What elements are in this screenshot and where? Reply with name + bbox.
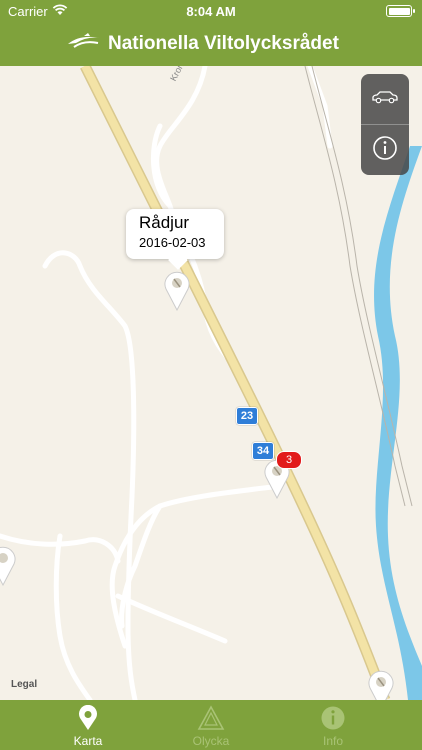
map-base [0, 66, 422, 700]
tab-karta[interactable]: Karta [18, 700, 158, 750]
tab-label: Olycka [192, 734, 230, 748]
legal-link[interactable]: Legal [11, 679, 37, 690]
clock: 8:04 AM [186, 4, 236, 19]
map-control-panel [361, 74, 409, 175]
accident-pin[interactable] [164, 271, 190, 316]
callout-title: Rådjur [139, 213, 190, 232]
callout-date: 2016-02-03 [139, 235, 206, 250]
info-icon [320, 705, 346, 736]
status-bar: Carrier 8:04 AM [0, 0, 422, 22]
route-shield: 34 [252, 442, 274, 460]
tab-label: Info [322, 734, 343, 748]
accident-pin[interactable] [0, 546, 16, 591]
tab-label: Karta [73, 734, 103, 748]
logo-icon [66, 30, 102, 57]
accident-pin[interactable] [368, 670, 394, 700]
route-shield: 23 [236, 407, 258, 425]
tab-olycka[interactable]: Olycka [141, 700, 281, 750]
map-view[interactable]: Kronsnäs Rådjur 2016-02-03 [0, 66, 422, 700]
page-title: Nationella Viltolycksrådet [108, 33, 339, 54]
map-pin-icon [78, 704, 98, 736]
info-icon [372, 135, 398, 166]
car-icon [371, 90, 399, 109]
tab-bar: Karta Olycka Info [0, 700, 422, 750]
battery-icon [386, 5, 415, 17]
pin-callout[interactable]: Rådjur 2016-02-03 [126, 209, 224, 259]
car-button[interactable] [361, 74, 409, 125]
warning-triangle-icon [197, 705, 225, 736]
nav-bar: Nationella Viltolycksrådet [0, 22, 422, 66]
info-button[interactable] [361, 125, 409, 175]
cluster-count-badge: 3 [276, 451, 302, 469]
tab-info[interactable]: Info [263, 700, 403, 750]
